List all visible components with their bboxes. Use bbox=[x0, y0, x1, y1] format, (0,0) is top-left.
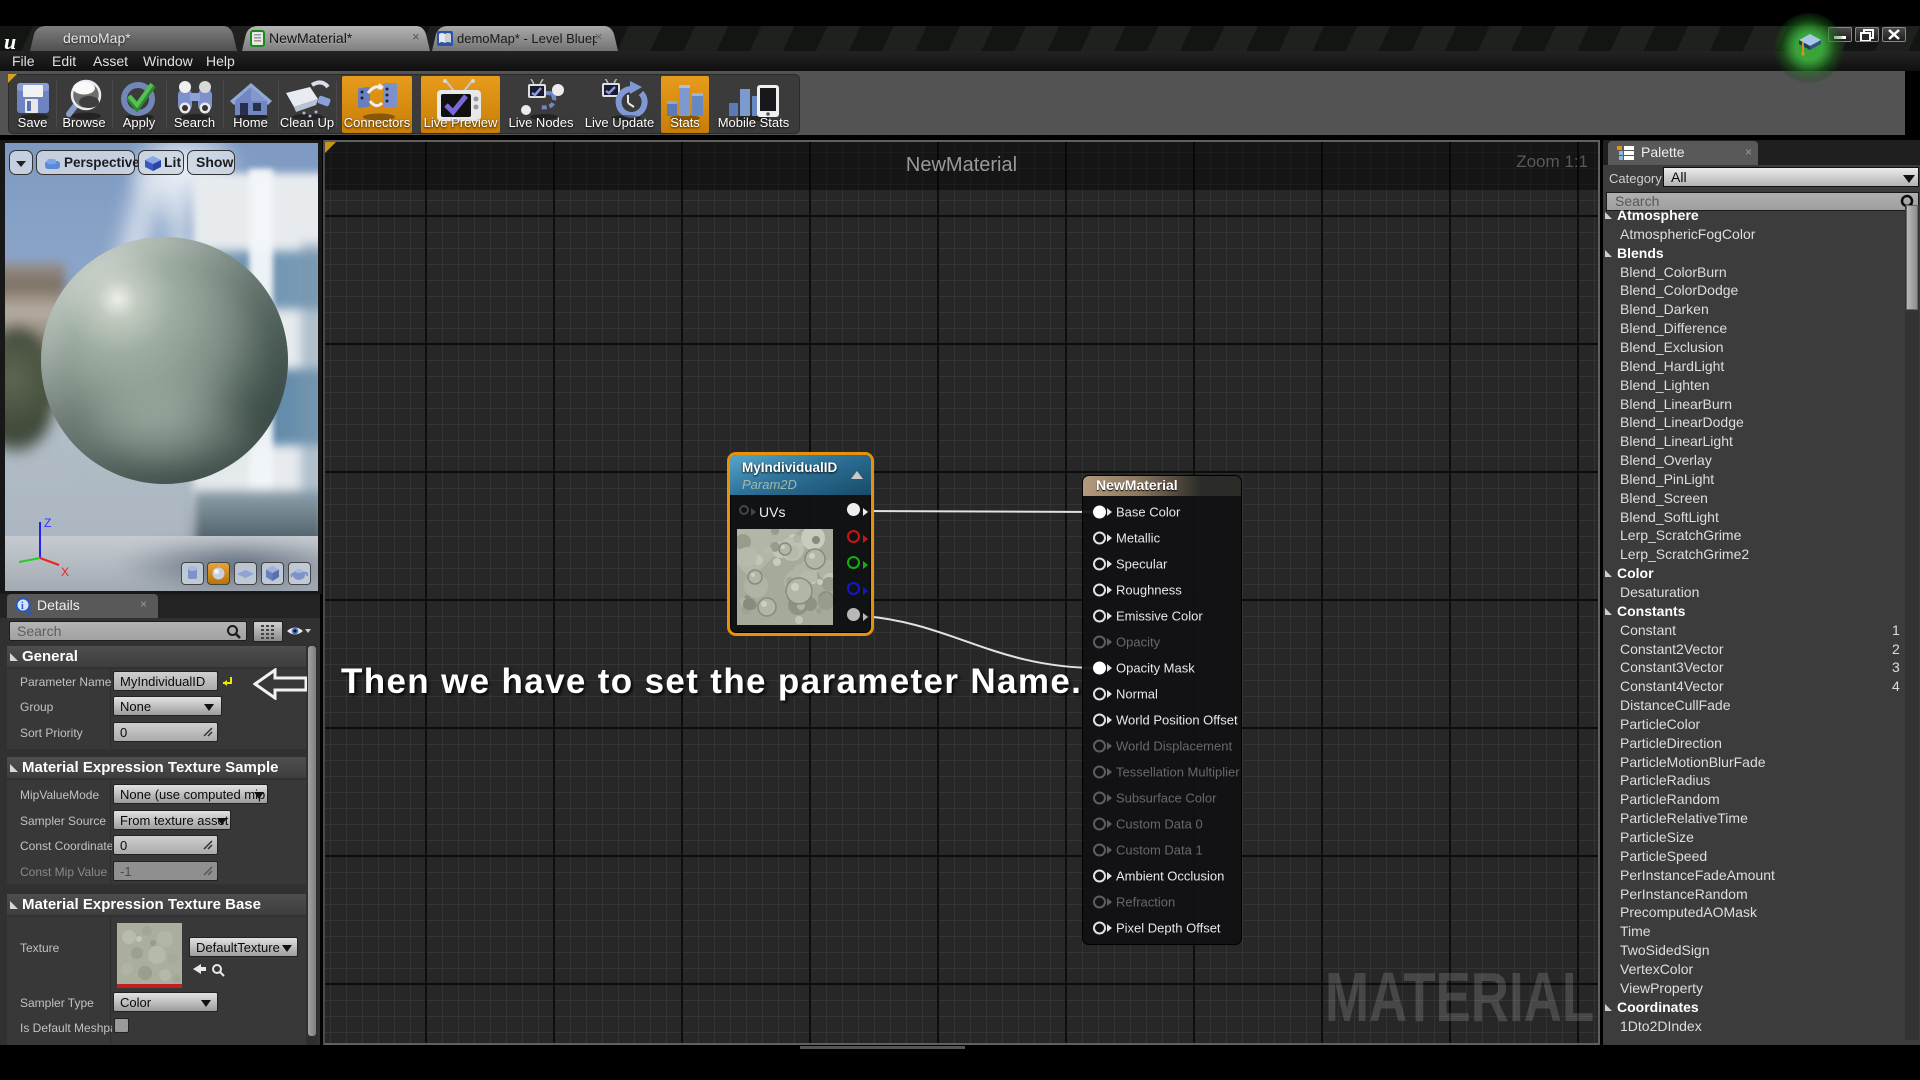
svg-text:X: X bbox=[61, 565, 69, 579]
svg-text:i: i bbox=[21, 601, 24, 612]
svg-text:Z: Z bbox=[44, 516, 51, 530]
